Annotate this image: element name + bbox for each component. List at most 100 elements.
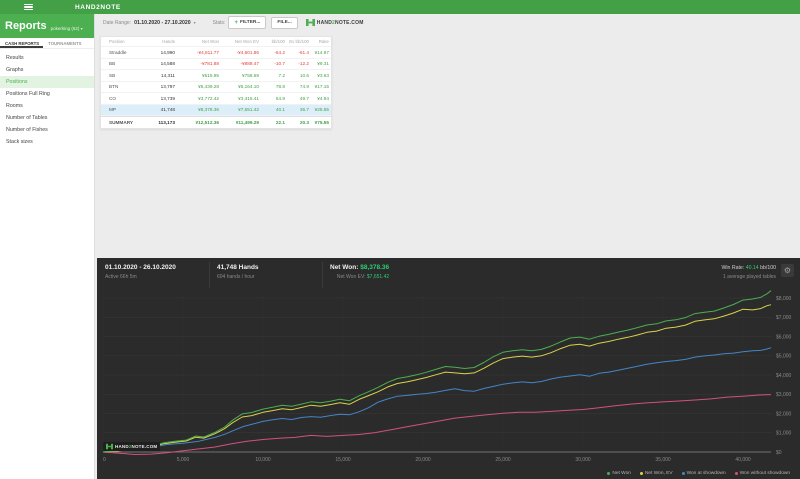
sidebar-item-stack-sizes[interactable]: Stack sizes	[0, 136, 94, 148]
sidebar-item-positions[interactable]: Positions	[0, 76, 94, 88]
axis-tick-label: $0	[776, 450, 782, 456]
column-header[interactable]: Ev bb/100	[289, 39, 313, 44]
table-cell: 10.6	[299, 72, 309, 78]
axis-tick-label: 20,000	[415, 457, 431, 463]
graph-date-block: 01.10.2020 - 26.10.2020 Active 66h 5m	[105, 264, 176, 280]
table-cell: SUMMARY	[109, 119, 134, 125]
reports-header: Reports pokerking (62) ▾	[0, 14, 94, 38]
table-cell: ¥7,651.42	[238, 107, 259, 113]
graph-date-range: 01.10.2020 - 26.10.2020	[105, 264, 176, 271]
sidebar-item-number-of-tables[interactable]: Number of Tables	[0, 112, 94, 124]
column-header[interactable]: Rake	[313, 39, 333, 44]
sidebar-item-positions-full-ring[interactable]: Positions Full Ring	[0, 88, 94, 100]
toolbar: Date Range: 01.10.2020 - 27.10.2020 ▾ St…	[103, 15, 364, 30]
win-rate: Win Rate: 40.14 bb/100	[721, 265, 776, 271]
graph-winrate-block: Win Rate: 40.14 bb/100 1 average played …	[721, 265, 776, 280]
account-selector[interactable]: pokerking (62) ▾	[51, 26, 83, 31]
sidebar-item-graphs[interactable]: Graphs	[0, 64, 94, 76]
legend-dot-icon	[607, 472, 611, 475]
axis-tick-label: $5,000	[776, 354, 792, 360]
table-row[interactable]: SUMMARY 113,173 ¥12,512.36 ¥11,499.29 22.1 20…	[101, 116, 331, 128]
table-cell: 22.1	[275, 119, 285, 125]
axis-tick-label: $2,000	[776, 411, 792, 417]
chevron-down-icon: ▾	[80, 25, 83, 31]
legend-item[interactable]: Won without showdown	[734, 471, 790, 476]
table-cell: 78.8	[275, 84, 285, 90]
column-header[interactable]: Net Won EV	[223, 39, 263, 44]
table-cell: ¥4.94	[317, 95, 329, 101]
axis-tick-label: 35,000	[655, 457, 671, 463]
table-cell: ¥9.31	[317, 61, 329, 67]
axis-tick-label: 25,000	[495, 457, 511, 463]
menu-icon[interactable]	[24, 3, 33, 11]
hand2note-brand-link[interactable]: HAND2NOTE.COM	[305, 18, 364, 27]
table-row[interactable]: Straddle 14,990 -¥4,811.77 -¥4,601.86 -64.2 -…	[101, 47, 331, 59]
plus-icon: +	[234, 19, 238, 26]
table-row[interactable]: SB 14,311 ¥515.95 ¥758.69 7.2 10.6 ¥3.63	[101, 70, 331, 82]
table-cell: ¥12,512.36	[195, 119, 219, 125]
legend-item[interactable]: Net Won, EV	[639, 471, 673, 476]
series-won-without-showdown	[102, 394, 772, 455]
table-row[interactable]: BB 14,588 -¥781.88 -¥888.47 -10.7 -12.2 ¥9.31	[101, 59, 331, 70]
axis-tick-label: 10,000	[255, 457, 271, 463]
watermark: HAND2NOTE.COM	[103, 442, 161, 451]
graph-hands: 41,748 Hands	[217, 264, 259, 271]
axis-tick-label: $1,000	[776, 431, 792, 437]
table-cell: -61.4	[298, 49, 309, 55]
table-row[interactable]: BTN 13,797 ¥5,439.28 ¥5,164.10 78.8 74.9 ¥17.1…	[101, 82, 331, 93]
table-cell: MP	[109, 107, 117, 113]
file-button[interactable]: FILE...	[271, 16, 298, 29]
sidebar-item-rooms[interactable]: Rooms	[0, 100, 94, 112]
gear-icon[interactable]: ⚙	[781, 264, 794, 277]
report-list: Results Graphs Positions Positions Full Rin…	[0, 49, 94, 148]
table-cell: Straddle	[109, 49, 127, 55]
table-row[interactable]: MP 41,748 ¥8,378.36 ¥7,651.42 40.1 36.7 ¥25.55	[101, 104, 331, 116]
table-cell: ¥75.55	[314, 119, 329, 125]
table-cell: -12.2	[298, 61, 309, 67]
axis-tick-label: $3,000	[776, 392, 792, 398]
table-cell: ¥3,772.42	[198, 95, 219, 101]
table-cell: 20.3	[299, 119, 309, 125]
brand-text: HAND2NOTE.COM	[316, 19, 364, 26]
graph-net-won-ev: Net Won EV: $7,651.42	[336, 274, 390, 280]
date-range-label: Date Range:	[103, 19, 132, 26]
table-cell: -64.2	[274, 49, 285, 55]
legend-label: Net Won, EV	[644, 471, 673, 476]
column-header[interactable]: Net Won	[179, 39, 223, 44]
table-cell: ¥25.55	[314, 107, 329, 113]
sidebar-item-number-of-fishes[interactable]: Number of Fishes	[0, 124, 94, 136]
column-header[interactable]: Position	[101, 39, 141, 44]
table-cell: 41,748	[160, 107, 175, 113]
table-cell: SB	[109, 72, 116, 78]
tab-tournaments[interactable]: TOURNAMENTS	[43, 38, 85, 48]
axis-tick-label: 30,000	[575, 457, 591, 463]
column-header[interactable]: bb/100	[263, 39, 289, 44]
sidebar-item-results[interactable]: Results	[0, 52, 94, 64]
watermark-text: HAND2NOTE.COM	[115, 444, 158, 449]
table-cell: 49.7	[299, 95, 309, 101]
axis-tick-label: 5,000	[177, 457, 190, 463]
table-cell: 54.9	[275, 95, 285, 101]
axis-tick-label: $8,000	[776, 296, 792, 302]
legend-item[interactable]: Won at showdown	[681, 471, 726, 476]
table-cell: -¥888.47	[240, 61, 259, 67]
table-cell: 13,797	[160, 84, 175, 90]
legend-item[interactable]: Net Won	[607, 471, 631, 476]
date-range-value[interactable]: 01.10.2020 - 27.10.2020	[134, 20, 191, 26]
table-cell: ¥3.63	[317, 72, 329, 78]
column-header[interactable]: Hands	[141, 39, 179, 44]
series-won-at-showdown	[102, 347, 772, 453]
filter-button[interactable]: + FILTER...	[228, 16, 267, 29]
chart-legend: Net Won Net Won, EV Won at showdown Won wit…	[607, 471, 790, 476]
chevron-down-icon[interactable]: ▾	[194, 20, 196, 25]
graph-hands-block: 41,748 Hands 604 hands / hour	[217, 264, 259, 280]
table-row[interactable]: CO 13,739 ¥3,772.42 ¥3,415.41 54.9 49.7 ¥4.94	[101, 93, 331, 105]
page-title: Reports	[5, 20, 47, 32]
stats-label: Stats:	[212, 19, 226, 26]
hand2note-logo-icon	[305, 19, 315, 26]
tab-cash-reports[interactable]: CASH REPORTS	[0, 38, 44, 48]
graph-active-time: Active 66h 5m	[105, 274, 137, 280]
axis-tick-label: 40,000	[735, 457, 751, 463]
table-cell: CO	[109, 95, 117, 101]
table-cell: 14,588	[160, 61, 175, 67]
